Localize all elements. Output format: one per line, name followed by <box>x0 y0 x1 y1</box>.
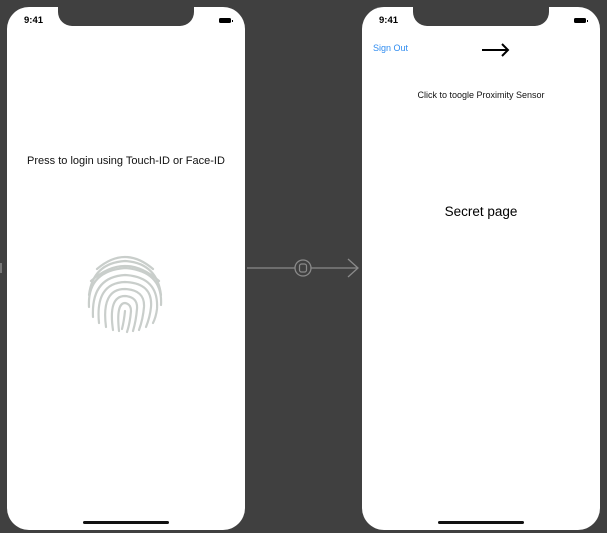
proximity-toggle-label[interactable]: Click to toogle Proximity Sensor <box>362 90 600 100</box>
page-title: Secret page <box>444 204 518 219</box>
fingerprint-icon[interactable] <box>83 251 167 335</box>
status-time: 9:41 <box>24 15 44 26</box>
right-arrow-icon[interactable] <box>478 40 514 60</box>
home-indicator <box>83 521 169 524</box>
device-notch <box>413 7 549 26</box>
incoming-segue-edge <box>0 263 2 273</box>
segue-connector-icon[interactable] <box>245 254 362 282</box>
sign-out-button[interactable]: Sign Out <box>373 43 408 53</box>
status-time: 9:41 <box>379 15 399 26</box>
login-screen: 9:41 Press to login using Touch-ID or Fa… <box>7 7 245 530</box>
battery-icon <box>219 18 233 23</box>
secret-screen: 9:41 Sign Out Click to toogle Proximity … <box>362 7 600 530</box>
device-notch <box>58 7 194 26</box>
home-indicator <box>438 521 524 524</box>
login-prompt-label: Press to login using Touch-ID or Face-ID <box>27 155 225 167</box>
battery-icon <box>574 18 588 23</box>
